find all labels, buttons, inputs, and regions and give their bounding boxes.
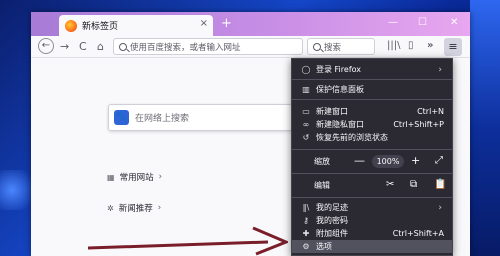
new-private-shortcut: Ctrl+Shift+P [393,120,444,129]
addons-shortcut: Ctrl+Shift+A [392,229,444,238]
cut-icon[interactable]: ✂ [386,179,394,190]
restore-icon: ↺ [302,133,310,142]
url-bar[interactable]: 使用百度搜索，或者输入网址 [113,38,303,55]
menu-addons[interactable]: ✚ 附加组件 Ctrl+Shift+A [292,227,452,240]
menu-sign-in[interactable]: ◯ 登录 Firefox › [292,63,452,76]
menu-new-private-window[interactable]: ∞ 新建隐私窗口 Ctrl+Shift+P [292,118,452,131]
zoom-label: 缩放 [314,157,330,166]
private-mask-icon: ∞ [302,120,310,129]
recommended-label: 新闻推荐 [118,204,153,214]
baidu-paw-icon: 🐾 [114,110,129,125]
menu-addons-label: 附加组件 [316,229,348,238]
navigation-toolbar: ← → C ⌂ 使用百度搜索，或者输入网址 搜索 |||\ ▯ » ≡ [31,36,470,58]
url-bar-placeholder: 使用百度搜索，或者输入网址 [130,42,241,53]
chevron-right-icon: › [157,203,162,213]
menu-options-label: 选项 [316,242,332,251]
zoom-in-button[interactable]: + [411,154,420,167]
chevron-right-icon: › [438,64,442,75]
menu-divider [292,173,452,174]
menu-library-label: 我的足迹 [316,203,348,212]
overflow-chevron-icon[interactable]: » [427,40,433,51]
zoom-out-button[interactable]: — [354,154,365,167]
menu-divider [292,149,452,150]
account-icon: ◯ [301,65,311,74]
paste-icon[interactable]: 📋 [434,179,446,190]
menu-restore-label: 恢复先前的浏览状态 [316,133,388,142]
menu-zoom-row: 缩放 — 100% + ⤢ [292,154,452,169]
firefox-icon [65,19,77,32]
app-menu: ◯ 登录 Firefox › ▥ 保护信息面板 ▭ 新建窗口 Ctrl+N ∞ … [291,58,453,256]
menu-sign-in-label: 登录 Firefox [316,65,362,74]
library-icon[interactable]: |||\ [387,40,400,51]
key-icon: ⚷ [303,216,309,225]
grid-icon: ▦ [107,172,115,182]
annotation-arrow [88,226,288,256]
fullscreen-icon[interactable]: ⤢ [435,155,443,166]
sidebar-icon[interactable]: ▯ [408,40,414,51]
menu-divider [292,197,452,198]
back-icon[interactable]: ← [38,38,54,54]
library-icon: ‖\ [302,203,310,212]
menu-options[interactable]: ⚙ 选项 [292,240,452,253]
edit-label: 编辑 [314,181,330,190]
search-bar-placeholder: 搜索 [324,42,342,53]
menu-new-window-label: 新建窗口 [316,107,348,116]
gear-icon: ⚙ [302,242,310,251]
tab-close-icon[interactable]: × [200,18,208,29]
menu-divider [292,99,452,100]
menu-new-window[interactable]: ▭ 新建窗口 Ctrl+N [292,105,452,118]
close-window-button[interactable]: ✕ [450,17,458,28]
menu-protections-label: 保护信息面板 [316,85,364,94]
search-icon [119,42,127,51]
new-window-shortcut: Ctrl+N [417,107,444,116]
top-sites-section[interactable]: ▦ 常用网站 › [107,171,162,183]
web-search-placeholder: 在网络上搜索 [135,114,190,124]
menu-protections[interactable]: ▥ 保护信息面板 [292,83,452,96]
home-icon[interactable]: ⌂ [97,40,104,53]
search-bar[interactable]: 搜索 [307,38,375,55]
menu-passwords-label: 我的密码 [316,216,348,225]
minimize-button[interactable]: — [388,17,398,28]
chart-icon: ▥ [302,85,310,94]
tab-title: 新标签页 [82,22,119,32]
web-search-box[interactable]: 🐾 在网络上搜索 [108,104,298,131]
menu-new-private-label: 新建隐私窗口 [316,120,364,129]
app-menu-button[interactable]: ≡ [444,38,462,56]
menu-library[interactable]: ‖\ 我的足迹 › [292,201,452,214]
new-tab-button[interactable]: + [221,16,232,32]
search-icon [313,42,321,51]
chevron-right-icon: › [438,202,442,213]
tab-new-tab[interactable]: 新标签页 × [59,15,213,36]
forward-icon[interactable]: → [60,40,69,53]
window-icon: ▭ [302,107,310,116]
maximize-button[interactable]: ☐ [418,17,427,28]
chevron-right-icon: › [158,172,162,182]
desktop-background [470,0,500,256]
title-bar: 新标签页 × + — ☐ ✕ [31,12,470,36]
top-sites-label: 常用网站 [119,173,154,183]
news-icon: ✲ [107,203,114,213]
reload-icon[interactable]: C [79,40,87,53]
menu-edit-row: 编辑 ✂ ⧉ 📋 [292,178,452,193]
zoom-reset-button[interactable]: 100% [372,155,404,168]
menu-passwords[interactable]: ⚷ 我的密码 [292,214,452,227]
puzzle-icon: ✚ [302,229,310,238]
menu-divider [292,79,452,80]
recommended-section[interactable]: ✲ 新闻推荐 › [107,202,161,214]
copy-icon[interactable]: ⧉ [410,179,417,190]
menu-restore-session[interactable]: ↺ 恢复先前的浏览状态 [292,131,452,144]
